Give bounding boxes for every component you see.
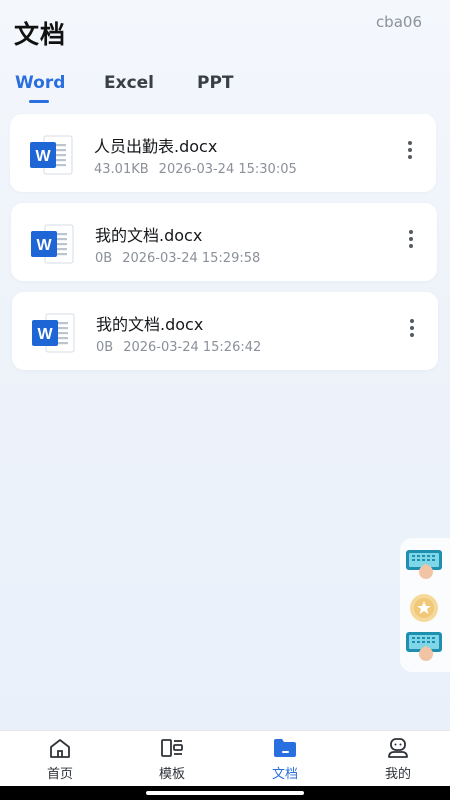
tabbar-label: 我的 (384, 767, 411, 782)
tabbar-item-documents[interactable]: 文档 (229, 731, 341, 787)
word-doc-icon: W (32, 313, 75, 353)
star-coin-icon[interactable] (404, 591, 444, 625)
document-size: 43.01KB (94, 162, 149, 177)
svg-text:W: W (36, 237, 52, 254)
bottom-tab-bar: 首页 模板 文档 我的 (0, 730, 450, 786)
document-name: 我的文档.docx (96, 315, 204, 334)
document-meta: 0B 2026-03-24 15:26:42 (96, 340, 261, 355)
document-item[interactable]: W 人员出勤表.docx 43.01KB 2026-03-24 15:30:05 (10, 114, 436, 192)
template-icon (161, 739, 183, 757)
profile-icon (388, 738, 408, 758)
document-meta: 43.01KB 2026-03-24 15:30:05 (94, 162, 297, 177)
app-header: 文档 cba06 (0, 0, 450, 60)
floating-action-panel (400, 538, 450, 672)
svg-text:W: W (35, 148, 51, 165)
document-modified-time: 2026-03-24 15:30:05 (158, 162, 297, 177)
more-options-button[interactable] (403, 230, 419, 252)
document-name: 我的文档.docx (95, 226, 203, 245)
page-title: 文档 (14, 20, 67, 49)
document-list: W 人员出勤表.docx 43.01KB 2026-03-24 15:30:05 … (10, 114, 438, 381)
document-item[interactable]: W 我的文档.docx 0B 2026-03-24 15:29:58 (11, 203, 437, 281)
document-item[interactable]: W 我的文档.docx 0B 2026-03-24 15:26:42 (12, 292, 438, 370)
svg-text:W: W (37, 326, 53, 343)
document-meta: 0B 2026-03-24 15:29:58 (95, 251, 260, 266)
document-modified-time: 2026-03-24 15:26:42 (123, 340, 262, 355)
tabbar-label: 文档 (271, 767, 298, 782)
document-modified-time: 2026-03-24 15:29:58 (122, 251, 261, 266)
more-options-button[interactable] (402, 141, 418, 163)
home-indicator[interactable] (146, 791, 304, 795)
tab-ppt[interactable]: PPT (197, 73, 234, 93)
keyboard-touch-icon[interactable] (404, 630, 444, 664)
username-label: cba06 (375, 13, 422, 31)
word-doc-icon: W (31, 224, 74, 264)
file-type-tabs: Word Excel PPT (0, 68, 450, 108)
tabbar-label: 首页 (46, 767, 73, 782)
document-size: 0B (96, 340, 114, 355)
tabbar-item-templates[interactable]: 模板 (116, 731, 228, 787)
tab-excel[interactable]: Excel (104, 73, 154, 93)
document-name: 人员出勤表.docx (94, 137, 218, 156)
word-doc-icon: W (30, 135, 73, 175)
keyboard-touch-icon[interactable] (404, 548, 444, 582)
home-icon (50, 739, 70, 758)
tab-word[interactable]: Word (15, 73, 65, 93)
folder-icon (274, 739, 296, 757)
tabbar-item-home[interactable]: 首页 (4, 731, 116, 787)
tabbar-item-profile[interactable]: 我的 (342, 731, 450, 787)
document-size: 0B (95, 251, 113, 266)
active-tab-indicator (29, 100, 49, 103)
tabbar-label: 模板 (158, 767, 185, 782)
more-options-button[interactable] (404, 319, 420, 341)
